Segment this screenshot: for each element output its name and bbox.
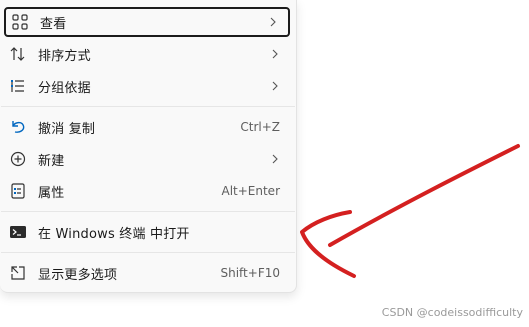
grid-view-icon (11, 13, 29, 31)
shortcut-properties: Alt+Enter (221, 184, 280, 198)
separator (1, 211, 295, 212)
chevron-right-icon (268, 16, 278, 28)
menu-item-group[interactable]: 分组依据 (4, 71, 290, 101)
separator (1, 252, 295, 253)
sort-arrows-icon (9, 45, 27, 63)
chevron-right-icon (270, 48, 280, 60)
menu-item-terminal[interactable]: 在 Windows 终端 中打开 (4, 217, 290, 247)
group-list-icon (9, 77, 27, 95)
menu-item-view-label: 查看 (40, 16, 67, 32)
separator (1, 106, 295, 107)
watermark: CSDN @codeissodifficulty (381, 306, 523, 319)
menu-item-group-label: 分组依据 (38, 80, 91, 96)
chevron-right-icon (270, 153, 280, 165)
menu-item-properties[interactable]: 属性 Alt+Enter (4, 176, 290, 206)
chevron-right-icon (270, 80, 280, 92)
menu-item-more-options[interactable]: 显示更多选项 Shift+F10 (4, 258, 290, 288)
shortcut-undo: Ctrl+Z (240, 120, 280, 134)
menu-item-sort-label: 排序方式 (38, 48, 91, 64)
add-circle-icon (9, 150, 27, 168)
context-menu: 查看 排序方式 分组依据 撤消 复制 Ctrl+Z 新建 属性 Alt+Ente… (0, 0, 297, 293)
terminal-icon (9, 223, 27, 241)
menu-item-terminal-label: 在 Windows 终端 中打开 (38, 226, 190, 242)
menu-item-undo-label: 撤消 复制 (38, 121, 96, 137)
undo-icon (9, 118, 27, 136)
menu-item-more-options-label: 显示更多选项 (38, 267, 118, 283)
menu-item-undo[interactable]: 撤消 复制 Ctrl+Z (4, 112, 290, 142)
properties-icon (9, 182, 27, 200)
more-options-icon (9, 264, 27, 282)
menu-item-view[interactable]: 查看 (4, 7, 290, 37)
shortcut-more-options: Shift+F10 (220, 266, 280, 280)
menu-item-properties-label: 属性 (38, 185, 65, 201)
menu-item-new[interactable]: 新建 (4, 144, 290, 174)
menu-item-new-label: 新建 (38, 153, 65, 169)
menu-item-sort[interactable]: 排序方式 (4, 39, 290, 69)
